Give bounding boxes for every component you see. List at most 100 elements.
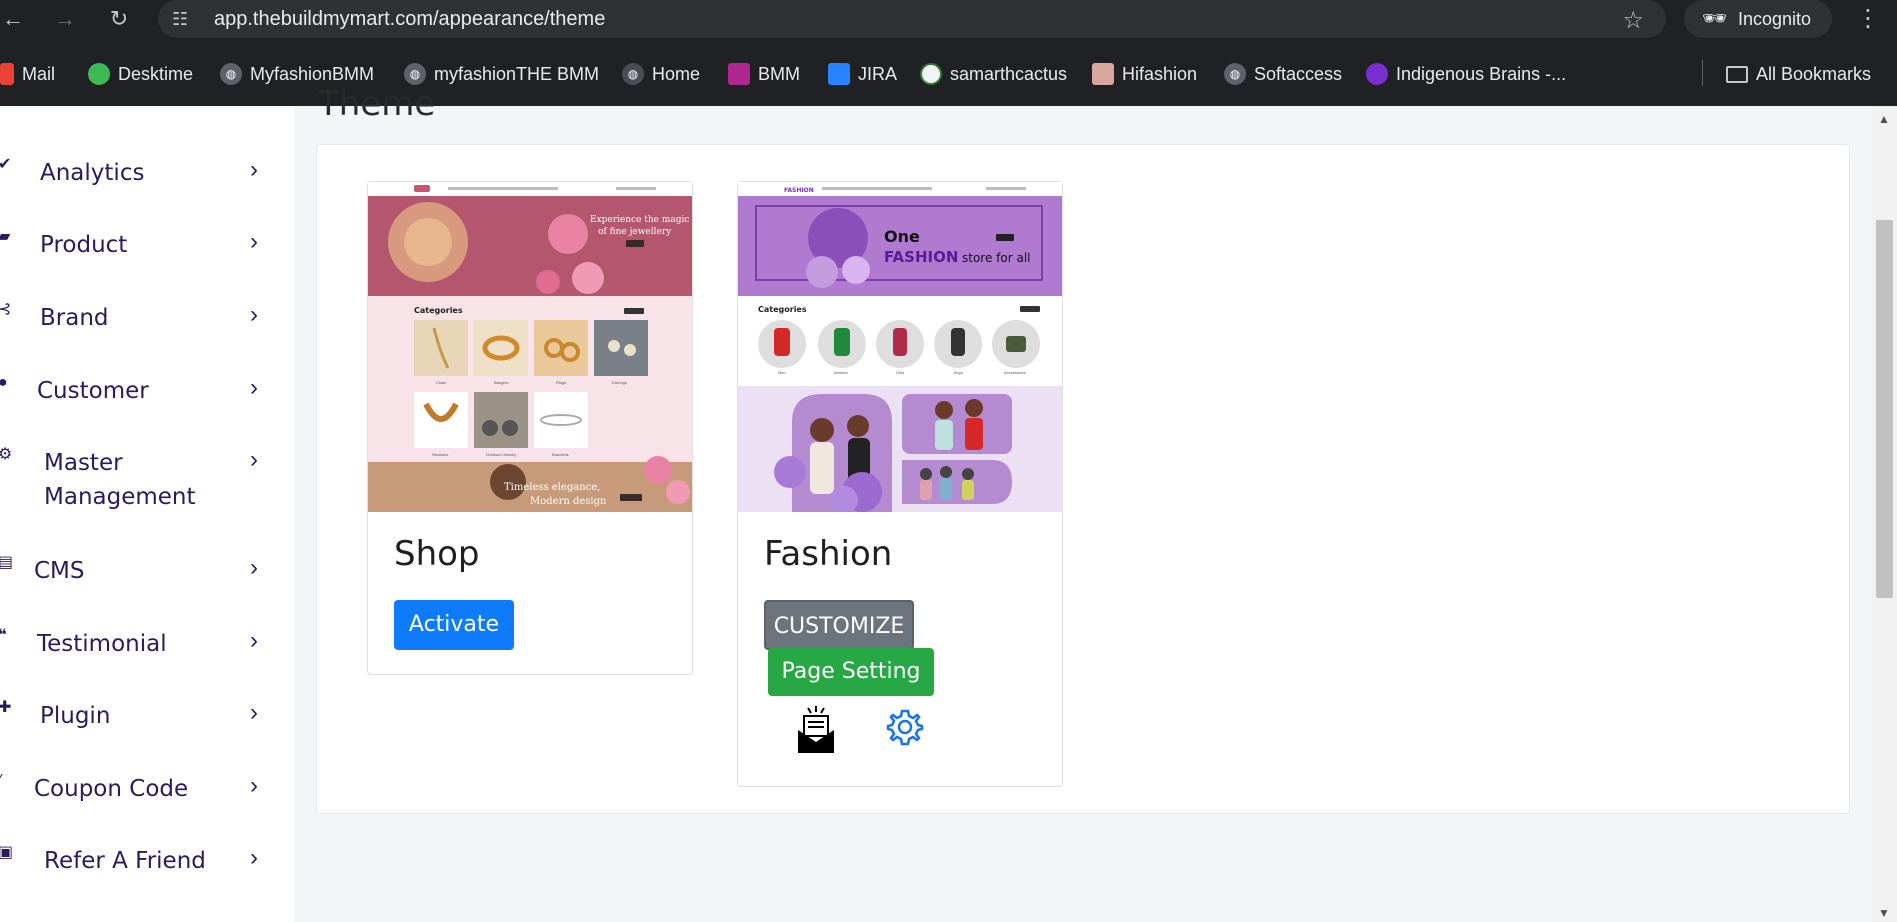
refer-icon: ▣: [0, 844, 12, 861]
activate-button[interactable]: Activate: [394, 600, 514, 650]
chevron-right-icon: ›: [250, 156, 258, 183]
cms-icon: ▤: [0, 554, 12, 571]
theme-name-shop: Shop: [394, 534, 480, 574]
bookmark-indigenous[interactable]: Indigenous Brains -...: [1366, 60, 1566, 88]
bookmarks-divider: [1702, 60, 1703, 86]
sidebar-item-label-line2: Management: [44, 484, 196, 510]
scroll-down-arrow-icon[interactable]: ▼: [1878, 906, 1890, 920]
customize-button[interactable]: CUSTOMIZE: [764, 600, 914, 650]
sidebar-item-customer[interactable]: ● Customer ›: [0, 366, 294, 426]
chevron-right-icon: ›: [250, 228, 258, 255]
chevron-right-icon: ›: [250, 301, 258, 328]
gear-icon: [886, 709, 924, 746]
forward-icon[interactable]: →: [52, 6, 78, 32]
bookmark-home[interactable]: ◍ Home: [622, 60, 700, 88]
incognito-icon: 🕶: [1702, 8, 1728, 30]
bookmark-label: Home: [652, 63, 701, 84]
sidebar-item-label: Testimonial: [37, 631, 167, 657]
indigenous-icon: [1366, 63, 1388, 85]
bookmark-star-icon[interactable]: ☆: [1622, 6, 1644, 35]
bookmark-jira[interactable]: JIRA: [828, 60, 897, 88]
address-bar[interactable]: ☷ app.thebuildmymart.com/appearance/them…: [158, 0, 1666, 38]
shop-item-label: Rings: [556, 380, 566, 385]
bookmark-label: Indigenous Brains -...: [1396, 63, 1567, 84]
settings-gear-icon[interactable]: [886, 708, 924, 746]
shop-item-label: Chain: [436, 380, 446, 385]
shop-hero-line2: of fine jewellery: [598, 227, 672, 237]
hifashion-icon: [1092, 63, 1114, 85]
theme-preview-shop[interactable]: Experience the magic of fine jewellery C…: [368, 182, 692, 512]
mail-letter-icon-graphic: [798, 706, 834, 753]
incognito-badge[interactable]: 🕶 Incognito: [1684, 0, 1832, 38]
shop-item-label: Earrings: [612, 380, 627, 385]
page-title: Theme: [318, 84, 435, 126]
sidebar-item-brand[interactable]: ⊰ Brand ›: [0, 293, 294, 353]
sidebar-item-label: Analytics: [40, 160, 145, 186]
bookmark-softaccess[interactable]: ◍ Softaccess: [1224, 60, 1342, 88]
scrollbar-thumb[interactable]: [1876, 220, 1893, 598]
theme-card-fashion: FASHION One FASHION store for all Catego…: [737, 181, 1063, 787]
shop-item-label: Oxidised Jewelry: [486, 452, 516, 457]
fashion-hero-line2: FASHION: [884, 248, 958, 266]
fashion-item-label: Accessories: [1004, 370, 1026, 375]
analytics-icon: ✔: [0, 156, 12, 173]
sidebar-item-master-management[interactable]: ⚙ Master Management ›: [0, 438, 294, 528]
fashion-item-label: Women: [834, 370, 848, 375]
sidebar-item-plugin[interactable]: ✚ Plugin ›: [0, 691, 294, 751]
shop-categories-heading: Categories: [414, 306, 463, 315]
folder-icon: [1726, 65, 1748, 83]
sidebar-item-label: Refer A Friend: [44, 848, 206, 874]
sidebar-item-label: Coupon Code: [34, 776, 189, 802]
chevron-right-icon: ›: [250, 772, 258, 799]
fashion-hero-line3: store for all: [962, 251, 1031, 265]
browser-chrome: ← → ↻ ☷ app.thebuildmymart.com/appearanc…: [0, 0, 1897, 106]
bookmark-label: Hifashion: [1122, 63, 1198, 84]
sidebar-item-analytics[interactable]: ✔ Analytics ›: [0, 148, 294, 208]
page-scrollbar[interactable]: ▲ ▼: [1872, 106, 1897, 922]
site-info-icon[interactable]: ☷: [172, 8, 194, 30]
sidebar-item-cms[interactable]: ▤ CMS ›: [0, 546, 294, 606]
sidebar-item-product[interactable]: ▰ Product ›: [0, 220, 294, 280]
sidebar-item-label: CMS: [34, 558, 85, 584]
master-management-icon: ⚙: [0, 446, 12, 463]
bookmark-desktime[interactable]: Desktime: [88, 60, 193, 88]
chevron-right-icon: ›: [250, 554, 258, 581]
bookmark-samarthcactus[interactable]: samarthcactus: [920, 60, 1067, 88]
sidebar-item-label: Plugin: [40, 703, 111, 729]
url-text[interactable]: app.thebuildmymart.com/appearance/theme: [214, 8, 605, 31]
shop-banner-line2: Modern design: [530, 496, 607, 507]
sidebar-item-label: Product: [40, 232, 128, 258]
browser-menu-icon[interactable]: ⋮: [1856, 4, 1880, 33]
theme-preview-fashion[interactable]: FASHION One FASHION store for all Catego…: [738, 182, 1062, 512]
page-title-text: Theme: [318, 84, 436, 124]
shop-item-label: Necklace: [432, 452, 449, 457]
testimonial-icon: ❝: [0, 627, 7, 644]
page-setting-button[interactable]: Page Setting: [768, 648, 934, 696]
shop-hero-line1: Experience the magic: [590, 215, 689, 225]
bookmark-bmm[interactable]: BMM: [728, 60, 800, 88]
bookmark-label: JIRA: [858, 63, 898, 84]
bookmark-hifashion[interactable]: Hifashion: [1092, 60, 1197, 88]
globe-icon: ◍: [404, 63, 426, 85]
themes-panel: Experience the magic of fine jewellery C…: [316, 144, 1850, 814]
fashion-hero-line1: One: [884, 227, 920, 246]
reload-icon[interactable]: ↻: [106, 6, 132, 32]
bookmark-mail[interactable]: Mail: [0, 60, 55, 88]
theme-card-shop: Experience the magic of fine jewellery C…: [367, 181, 693, 675]
all-bookmarks[interactable]: All Bookmarks: [1726, 60, 1871, 88]
bookmark-label: Mail: [22, 63, 56, 84]
fashion-item-label: Boys: [954, 370, 963, 375]
chevron-right-icon: ›: [250, 627, 258, 654]
sidebar-item-refer-a-friend[interactable]: ▣ Refer A Friend ›: [0, 836, 294, 896]
back-icon[interactable]: ←: [0, 6, 26, 32]
globe-icon: ◍: [220, 63, 242, 85]
scroll-up-arrow-icon[interactable]: ▲: [1878, 112, 1890, 126]
theme-name-fashion: Fashion: [764, 534, 893, 574]
newsletter-mail-icon[interactable]: [796, 706, 836, 754]
fashion-logo: FASHION: [784, 187, 814, 194]
sidebar-item-testimonial[interactable]: ❝ Testimonial ›: [0, 619, 294, 679]
sidebar-item-label: Brand: [40, 305, 109, 331]
sidebar: ✔ Analytics › ▰ Product › ⊰ Brand › ● Cu…: [0, 106, 294, 922]
desktime-icon: [88, 63, 110, 85]
sidebar-item-coupon-code[interactable]: ⁄ Coupon Code ›: [0, 764, 294, 824]
